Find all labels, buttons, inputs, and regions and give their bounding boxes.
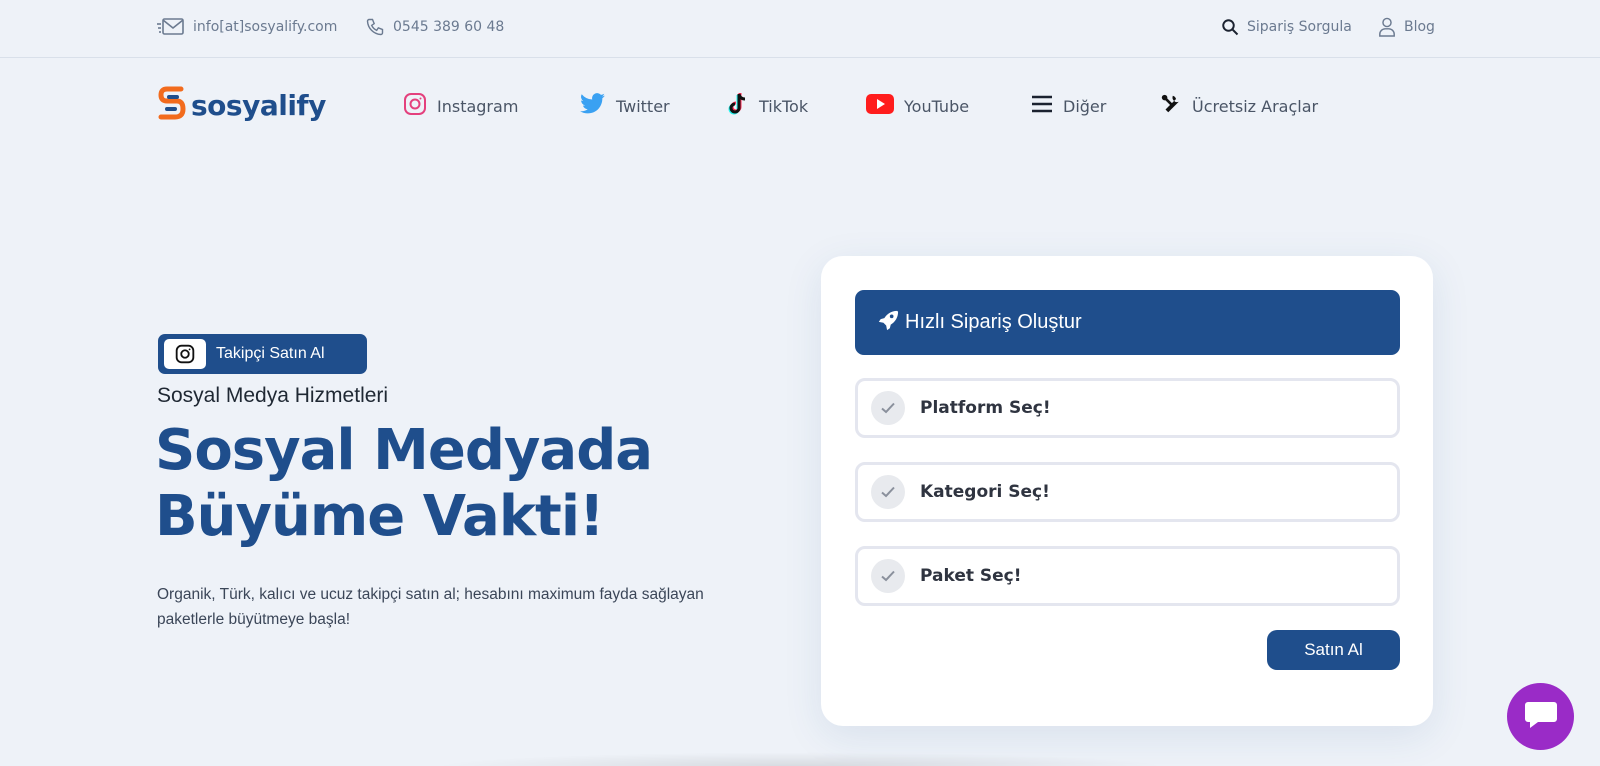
quick-order-title: Hızlı Sipariş Oluştur	[905, 311, 1082, 333]
nav-twitter-label: Twitter	[616, 96, 670, 116]
nav-other[interactable]: Diğer	[1031, 92, 1106, 120]
nav-youtube[interactable]: YouTube	[866, 92, 969, 120]
phone-link[interactable]: 0545 389 60 48	[365, 16, 504, 38]
hero-eyebrow: Sosyal Medya Hizmetleri	[157, 384, 389, 407]
hero-description: Organik, Türk, kalıcı ve ucuz takipçi sa…	[157, 586, 704, 628]
nav-other-label: Diğer	[1063, 96, 1107, 116]
buy-button[interactable]: Satın Al	[1267, 630, 1400, 670]
site-logo[interactable]: sosyalify	[157, 84, 326, 126]
email-link[interactable]: info[at]sosyalify.com	[157, 16, 337, 38]
blog-link[interactable]: Blog	[1378, 16, 1435, 38]
logo-wordmark: sosyalify	[191, 88, 326, 122]
order-query-link[interactable]: Sipariş Sorgula	[1221, 16, 1352, 38]
badge-label: Takipçi Satın Al	[216, 345, 325, 362]
package-select[interactable]: Paket Seç!	[855, 546, 1400, 606]
package-select-label: Paket Seç!	[920, 566, 1022, 586]
platform-select-label: Platform Seç!	[920, 398, 1051, 418]
badge-instagram-icon	[164, 339, 206, 369]
check-icon	[871, 475, 905, 509]
hero-title: Sosyal Medyada Büyüme Vakti!	[155, 418, 715, 550]
buy-followers-badge[interactable]: Takipçi Satın Al	[158, 334, 367, 374]
quick-order-card: Hızlı Sipariş Oluştur Platform Seç! Kate…	[821, 256, 1433, 726]
nav-instagram[interactable]: Instagram	[403, 92, 518, 120]
hero-title-line-2: Büyüme Vakti!	[155, 484, 605, 549]
category-select[interactable]: Kategori Seç!	[855, 462, 1400, 522]
logo-mark-icon	[157, 83, 187, 127]
check-icon	[871, 391, 905, 425]
quick-order-header: Hızlı Sipariş Oluştur	[855, 290, 1400, 355]
phone-text: 0545 389 60 48	[393, 19, 505, 35]
email-text: info[at]sosyalify.com	[193, 19, 338, 35]
youtube-icon	[866, 94, 894, 118]
top-contact-bar: info[at]sosyalify.com 0545 389 60 48 Sip…	[0, 0, 1600, 58]
live-chat-button[interactable]	[1507, 683, 1574, 750]
nav-free-tools-label: Ücretsiz Araçlar	[1192, 96, 1319, 116]
tools-icon	[1160, 93, 1182, 119]
nav-twitter[interactable]: Twitter	[580, 92, 670, 120]
instagram-icon	[403, 92, 427, 120]
order-query-text: Sipariş Sorgula	[1247, 19, 1352, 35]
nav-free-tools[interactable]: Ücretsiz Araçlar	[1160, 92, 1318, 120]
category-select-label: Kategori Seç!	[920, 482, 1050, 502]
rocket-icon	[877, 309, 899, 337]
chat-bubble-icon	[1524, 700, 1558, 734]
tiktok-icon	[727, 92, 749, 120]
mail-icon	[157, 17, 185, 37]
nav-tiktok-label: TikTok	[759, 96, 809, 116]
user-icon	[1378, 17, 1396, 37]
twitter-icon	[580, 93, 606, 119]
nav-tiktok[interactable]: TikTok	[727, 92, 808, 120]
blog-text: Blog	[1404, 19, 1435, 35]
hero-title-line-1: Sosyal Medyada	[155, 418, 653, 483]
check-icon	[871, 559, 905, 593]
phone-icon	[365, 17, 385, 37]
platform-select[interactable]: Platform Seç!	[855, 378, 1400, 438]
section-shadow	[430, 752, 1170, 766]
search-icon	[1221, 18, 1239, 36]
nav-instagram-label: Instagram	[437, 96, 519, 116]
nav-youtube-label: YouTube	[904, 96, 970, 116]
menu-icon	[1031, 95, 1053, 117]
